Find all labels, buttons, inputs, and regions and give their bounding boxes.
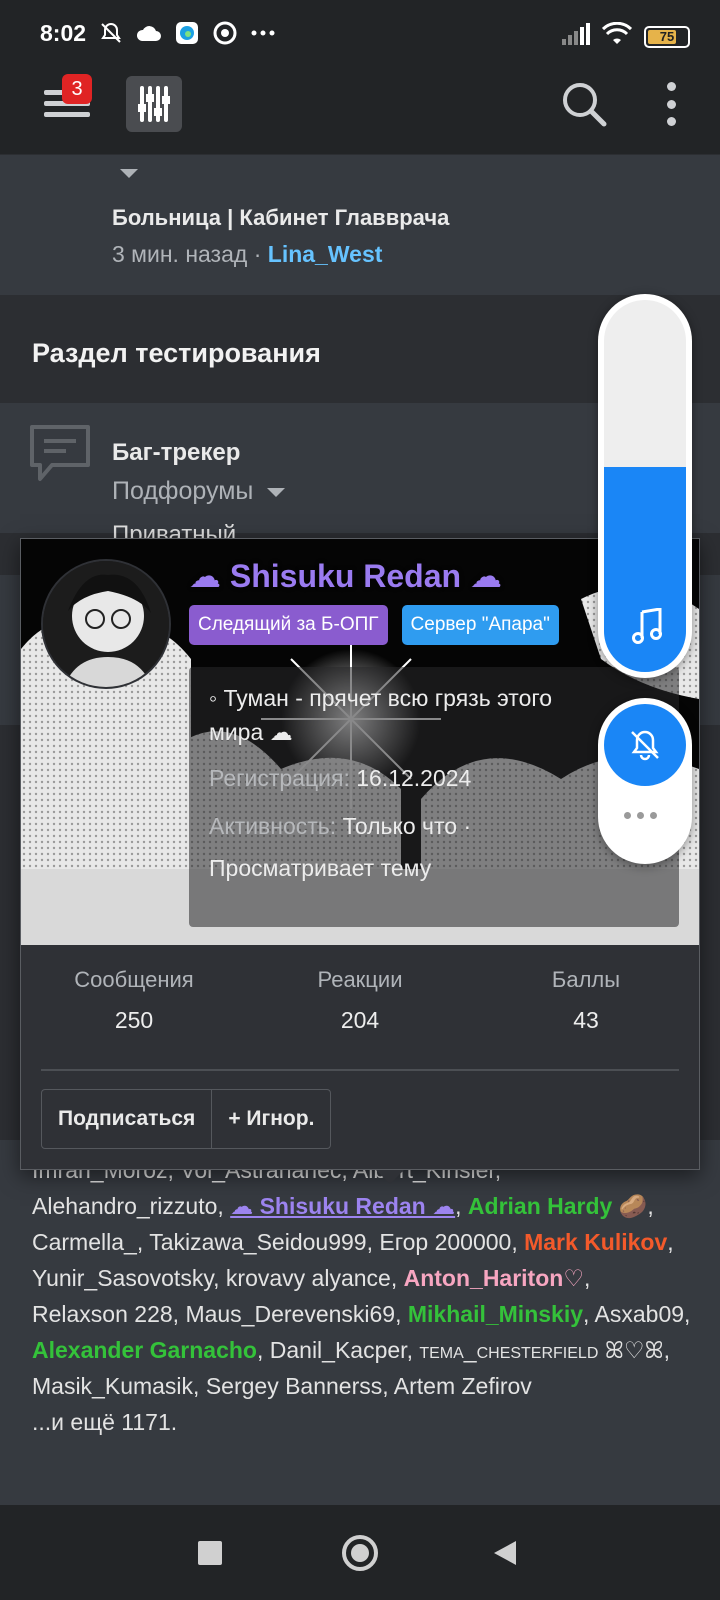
menu-button[interactable]: 3 (44, 74, 92, 128)
bell-off-icon (98, 20, 124, 46)
stat-value: 43 (573, 1007, 599, 1033)
thread-title[interactable]: Больница | Кабинет Главврача (112, 205, 449, 231)
ringer-mute-button[interactable] (604, 704, 686, 786)
edge-browser-icon (174, 20, 200, 46)
notification-badge: 3 (62, 74, 92, 104)
status-time: 8:02 (40, 20, 87, 46)
status-icons-right: 75 (562, 21, 690, 51)
online-user[interactable]: krovavy alyance (226, 1265, 391, 1291)
activity-detail: Просматривает тему (209, 855, 432, 881)
bell-off-icon (631, 730, 659, 761)
divider (41, 1069, 679, 1071)
online-user[interactable]: Mikhail_Minskiy (408, 1301, 583, 1327)
stat-label: Сообщения (74, 967, 194, 992)
latest-thread-row[interactable]: Больница | Кабинет Главврача 3 мин. наза… (0, 155, 720, 295)
profile-status-line1: ◦ Туман - прячет всю грязь этого (209, 685, 553, 711)
profile-registration: Регистрация: 16.12.2024 (209, 761, 659, 795)
activity-label: Активность: (209, 813, 337, 839)
online-user[interactable]: Asxab09 (595, 1301, 685, 1327)
recents-button[interactable] (198, 1541, 222, 1565)
online-user[interactable]: Masik_Kumasik (32, 1373, 193, 1399)
registration-value: 16.12.2024 (356, 765, 472, 791)
music-note-icon (632, 607, 664, 644)
chrome-icon (212, 20, 238, 46)
online-user[interactable]: Alehandro_rizzuto (32, 1193, 217, 1219)
signal-icon (562, 23, 590, 50)
stat-label: Реакции (317, 967, 403, 992)
stat-messages[interactable]: Сообщения 250 (21, 955, 247, 1045)
popover-arrow (376, 1170, 404, 1184)
profile-status-line2: мира ☁ (209, 719, 293, 745)
badge-server: Сервер "Апара" (401, 605, 559, 645)
online-user[interactable]: Mark Kulikov (524, 1229, 667, 1255)
potato-emoji: 🥔 (618, 1193, 648, 1219)
chat-bubble-icon (28, 423, 92, 485)
chevron-down-icon (120, 169, 138, 178)
subforums-label: Подфорумы (112, 477, 254, 505)
navigation-bar (0, 1505, 720, 1600)
more-options-icon[interactable] (624, 812, 657, 819)
online-users-list: Imran_Moroz, Vol_Astrahanec, Albert_Kins… (32, 1152, 692, 1440)
online-user[interactable]: Relaxson 228 (32, 1301, 173, 1327)
screen: 8:02 75 3 Больница | Кабинет Главврача 3… (0, 0, 720, 1600)
online-user[interactable]: тема_chesterfield ꕤ♡ꕤ (419, 1337, 663, 1363)
online-user[interactable]: Anton_Hariton♡ (404, 1265, 584, 1291)
online-user[interactable]: Maus_Derevenski69 (185, 1301, 395, 1327)
stat-points[interactable]: Баллы 43 (473, 955, 699, 1045)
stat-reactions[interactable]: Реакции 204 (247, 955, 473, 1045)
back-button[interactable] (494, 1541, 516, 1565)
online-user[interactable]: Danil_Kacper (270, 1337, 407, 1363)
search-icon[interactable] (558, 78, 610, 130)
chevron-down-icon (267, 488, 286, 497)
volume-panel (598, 294, 692, 678)
cloud-icon (136, 20, 162, 46)
stat-label: Баллы (551, 967, 621, 992)
activity-value: Только что · (342, 813, 472, 839)
thread-user-link[interactable]: Lina_West (268, 241, 383, 267)
thread-time: 3 мин. назад (112, 241, 248, 267)
more-dots-icon (250, 20, 276, 46)
registration-label: Регистрация: (209, 765, 350, 791)
badge-role: Следящий за Б-ОПГ (189, 605, 388, 645)
online-user[interactable]: ☁ Shisuku Redan ☁ (230, 1193, 455, 1219)
battery-icon: 75 (644, 25, 690, 48)
profile-badges: Следящий за Б-ОПГ Сервер "Апара" (189, 605, 559, 645)
volume-slider[interactable] (604, 300, 686, 672)
thread-separator: · (247, 241, 268, 267)
forum-title[interactable]: Баг-трекер (112, 439, 240, 467)
online-user[interactable]: Takizawa_Seidou999 (149, 1229, 366, 1255)
subforums-toggle[interactable]: Подфорумы (112, 477, 286, 506)
online-user[interactable]: Carmella_ (32, 1229, 137, 1255)
profile-actions: Подписаться + Игнор. (41, 1089, 332, 1149)
online-user[interactable]: Alexander Garnacho (32, 1337, 257, 1363)
follow-button[interactable]: Подписаться (42, 1090, 211, 1148)
online-user[interactable]: Artem Zefirov (394, 1373, 532, 1399)
more-vertical-icon[interactable] (664, 82, 678, 126)
stat-value: 250 (114, 1007, 154, 1033)
online-more[interactable]: ...и ещё 1171. (32, 1404, 692, 1440)
home-button[interactable] (342, 1535, 378, 1571)
ignore-button[interactable]: + Игнор. (211, 1090, 330, 1148)
stat-value: 204 (340, 1007, 380, 1033)
ringer-panel (598, 698, 692, 864)
online-user[interactable]: Yunir_Sasovotsky (32, 1265, 213, 1291)
sliders-logo-icon[interactable] (126, 76, 182, 132)
online-user[interactable]: Егор 200000 (379, 1229, 511, 1255)
online-user[interactable]: Adrian Hardy (468, 1193, 612, 1219)
online-user[interactable]: Sergey Bannerss (206, 1373, 382, 1399)
profile-activity: Активность: Только что · (209, 809, 659, 843)
status-bar: 8:02 75 (0, 0, 720, 70)
section-title[interactable]: Раздел тестирования (32, 338, 321, 369)
battery-text: 75 (659, 29, 675, 44)
status-icons-left (98, 20, 276, 46)
profile-stats: Сообщения 250 Реакции 204 Баллы 43 (21, 955, 699, 1045)
profile-avatar[interactable] (41, 559, 171, 689)
wifi-icon (601, 21, 633, 51)
thread-meta: 3 мин. назад · Lina_West (112, 241, 382, 268)
profile-name[interactable]: ☁ Shisuku Redan ☁ (189, 557, 502, 595)
app-bar: 3 (0, 70, 720, 154)
